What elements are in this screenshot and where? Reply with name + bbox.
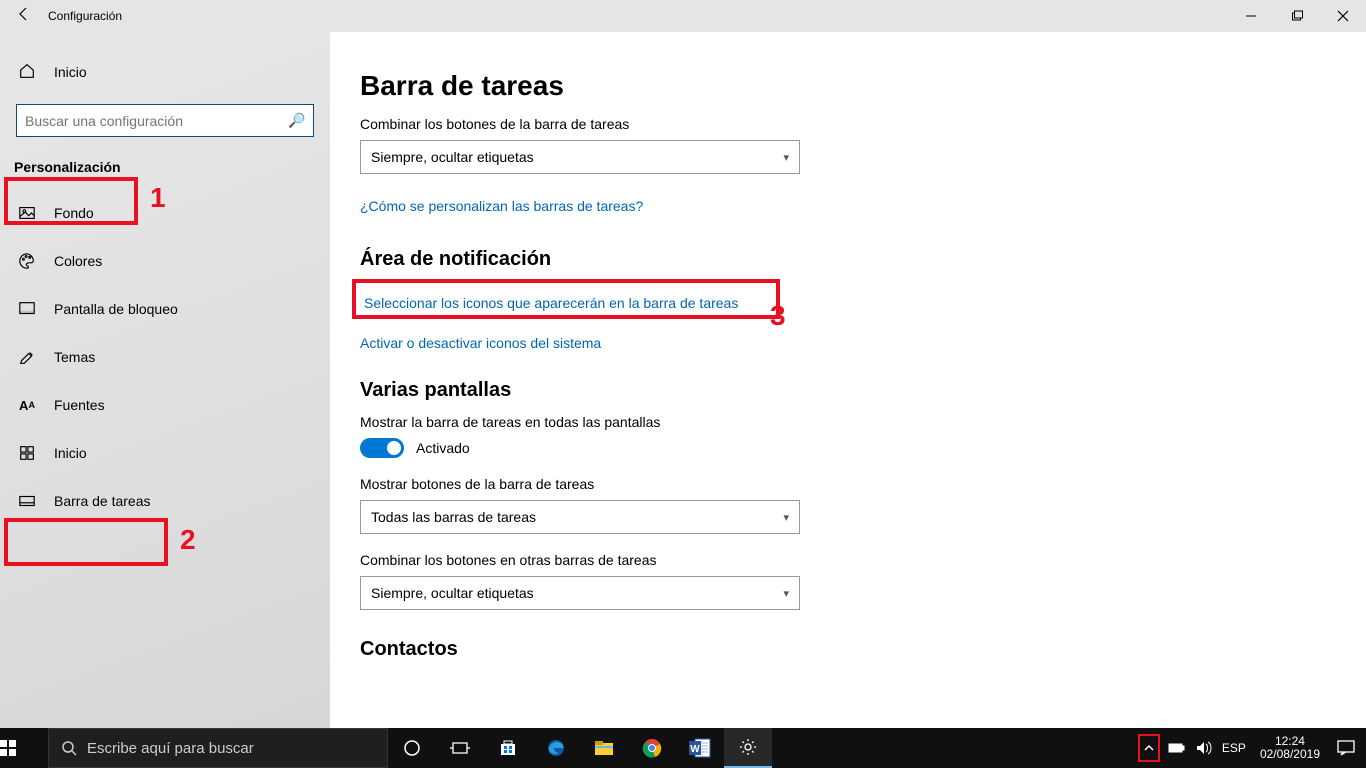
sidebar-item-fuentes[interactable]: AA Fuentes	[0, 383, 330, 427]
home-icon	[18, 62, 36, 83]
annotation-number-2: 2	[180, 524, 196, 556]
volume-icon[interactable]	[1196, 741, 1212, 755]
sidebar-item-temas[interactable]: Temas	[0, 335, 330, 379]
combine-other-value: Siempre, ocultar etiquetas	[371, 585, 534, 601]
annotation-number-3: 3	[770, 300, 786, 332]
sidebar-item-fondo[interactable]: Fondo	[0, 191, 330, 235]
search-icon	[61, 740, 77, 756]
sidebar-item-label: Inicio	[54, 445, 87, 461]
maximize-button[interactable]	[1274, 0, 1320, 32]
windows-taskbar: Escribe aquí para buscar W ESP 12:24 02	[0, 728, 1366, 768]
taskbar-search[interactable]: Escribe aquí para buscar	[48, 728, 388, 768]
sidebar-item-label: Fondo	[54, 205, 94, 221]
sidebar-item-label: Fuentes	[54, 397, 105, 413]
contacts-heading: Contactos	[360, 638, 1366, 661]
taskbar-word[interactable]: W	[676, 728, 724, 768]
taskbar-chrome[interactable]	[628, 728, 676, 768]
image-icon	[18, 204, 36, 222]
multi-show-label: Mostrar la barra de tareas en todas las …	[360, 414, 1366, 430]
multi-heading: Varias pantallas	[360, 379, 1366, 402]
taskbar-edge[interactable]	[532, 728, 580, 768]
action-center-button[interactable]	[1326, 728, 1366, 768]
chevron-down-icon: ▾	[783, 511, 789, 524]
sidebar-home[interactable]: Inicio	[0, 52, 330, 92]
language-indicator[interactable]: ESP	[1222, 741, 1246, 755]
sidebar-item-barra-tareas[interactable]: Barra de tareas	[0, 479, 330, 523]
cortana-button[interactable]	[388, 728, 436, 768]
window-titlebar: Configuración	[0, 0, 1366, 32]
sidebar-item-label: Colores	[54, 253, 102, 269]
taskview-button[interactable]	[436, 728, 484, 768]
chevron-down-icon: ▾	[783, 587, 789, 600]
multi-show-toggle[interactable]	[360, 438, 404, 458]
settings-sidebar: Inicio 🔍 Personalización Fondo Colores	[0, 32, 330, 728]
sidebar-item-label: Temas	[54, 349, 95, 365]
fonts-icon: AA	[18, 398, 36, 413]
annotation-box-2	[4, 518, 168, 566]
show-buttons-select[interactable]: Todas las barras de tareas ▾	[360, 500, 800, 534]
minimize-button[interactable]	[1228, 0, 1274, 32]
palette-icon	[18, 252, 36, 270]
sidebar-item-colores[interactable]: Colores	[0, 239, 330, 283]
show-buttons-value: Todas las barras de tareas	[371, 509, 536, 525]
page-title: Barra de tareas	[360, 70, 1366, 102]
combine-select-value: Siempre, ocultar etiquetas	[371, 149, 534, 165]
taskbar-explorer[interactable]	[580, 728, 628, 768]
sidebar-item-label: Pantalla de bloqueo	[54, 301, 178, 317]
search-input[interactable]	[25, 113, 288, 129]
combine-other-label: Combinar los botones en otras barras de …	[360, 552, 1366, 568]
back-button[interactable]	[0, 6, 48, 27]
taskbar-icon	[18, 492, 36, 510]
taskbar-search-placeholder: Escribe aquí para buscar	[87, 740, 254, 757]
notification-heading: Área de notificación	[360, 248, 1366, 271]
combine-label: Combinar los botones de la barra de tare…	[360, 116, 1366, 132]
clock-date: 02/08/2019	[1260, 748, 1320, 761]
show-buttons-label: Mostrar botones de la barra de tareas	[360, 476, 1366, 492]
toggle-state-label: Activado	[416, 440, 470, 456]
search-icon: 🔍	[288, 112, 305, 129]
lockscreen-icon	[18, 300, 36, 318]
settings-search[interactable]: 🔍	[16, 104, 314, 137]
svg-text:W: W	[690, 744, 700, 755]
help-link[interactable]: ¿Cómo se personalizan las barras de tare…	[360, 198, 643, 214]
sidebar-item-pantalla-bloqueo[interactable]: Pantalla de bloqueo	[0, 287, 330, 331]
combine-select[interactable]: Siempre, ocultar etiquetas ▾	[360, 140, 800, 174]
sidebar-category: Personalización	[0, 151, 135, 183]
combine-other-select[interactable]: Siempre, ocultar etiquetas ▾	[360, 576, 800, 610]
settings-main: Barra de tareas Combinar los botones de …	[330, 32, 1366, 728]
close-button[interactable]	[1320, 0, 1366, 32]
taskbar-clock[interactable]: 12:24 02/08/2019	[1254, 735, 1326, 761]
themes-icon	[18, 348, 36, 366]
taskbar-settings[interactable]	[724, 728, 772, 768]
system-icons-link[interactable]: Activar o desactivar iconos del sistema	[360, 335, 1366, 351]
select-icons-link[interactable]: Seleccionar los iconos que aparecerán en…	[360, 289, 742, 317]
start-button[interactable]	[0, 740, 48, 756]
battery-icon[interactable]	[1168, 742, 1186, 754]
tray-overflow-button[interactable]	[1138, 734, 1160, 762]
start-icon	[18, 444, 36, 462]
sidebar-item-label: Barra de tareas	[54, 493, 151, 509]
taskbar-store[interactable]	[484, 728, 532, 768]
chevron-down-icon: ▾	[783, 151, 789, 164]
sidebar-item-inicio[interactable]: Inicio	[0, 431, 330, 475]
window-title: Configuración	[48, 9, 122, 23]
sidebar-home-label: Inicio	[54, 64, 87, 80]
